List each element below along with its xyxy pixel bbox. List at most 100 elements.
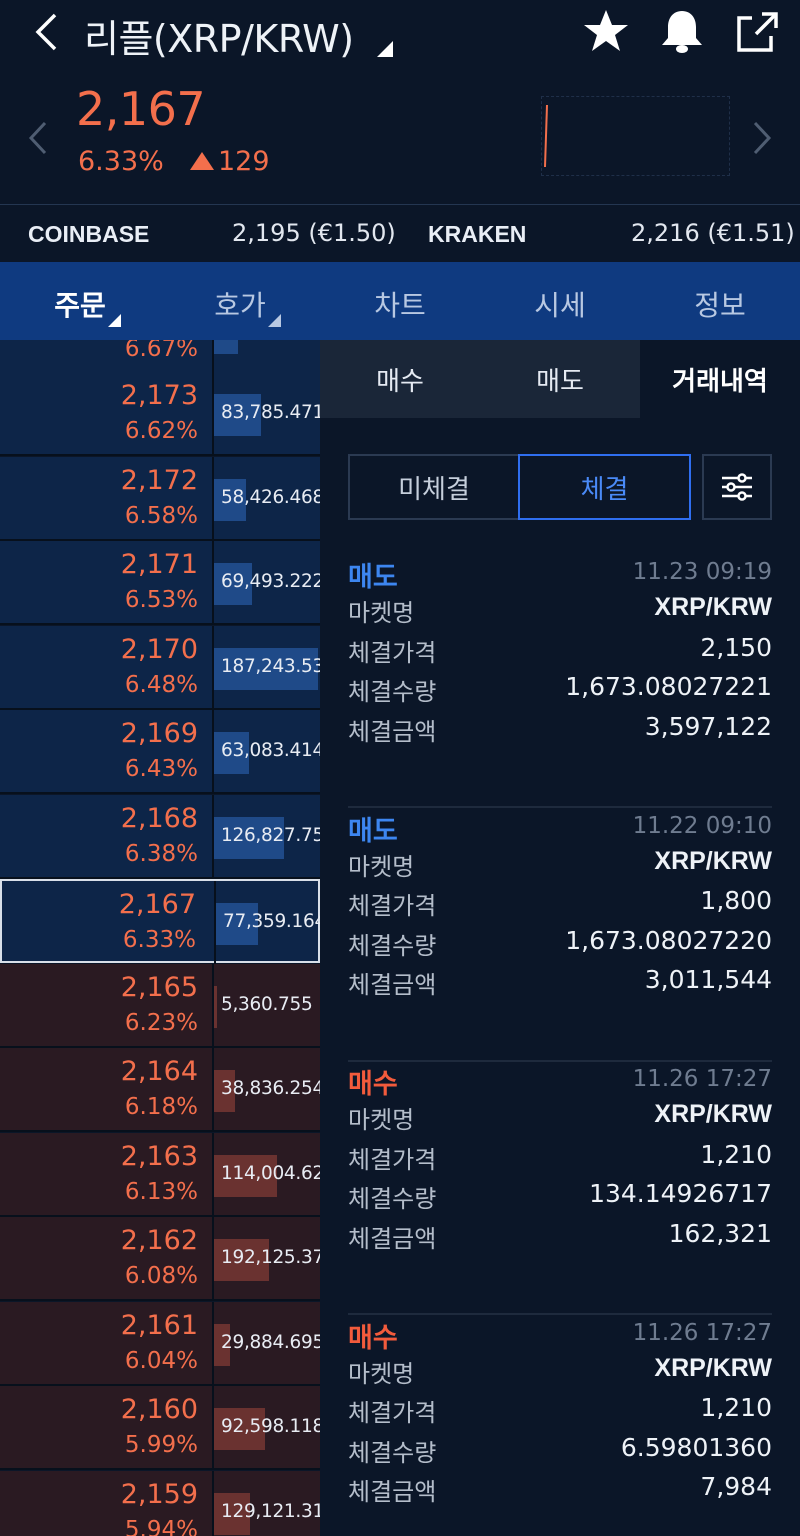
share-icon [737, 12, 778, 52]
tab-buy[interactable]: 매수 [320, 340, 480, 418]
orderbook-row[interactable]: 2,162 6.08% 192,125.370 [0, 1217, 320, 1301]
filter-sliders-icon [722, 473, 752, 501]
orderbook-rate: 6.38% [124, 840, 198, 867]
trade-field-value: 162,321 [668, 1218, 772, 1248]
trade-field-amount: 체결금액 7,984 [348, 1472, 772, 1508]
orderbook-rate: 6.53% [124, 587, 198, 613]
exchange-name-kraken: KRAKEN [428, 221, 527, 247]
trade-field-label: 체결금액 [348, 717, 437, 746]
trade-item[interactable]: 매수 11.26 17:27 마켓명 XRP/KRW 체결가격 1,210 체결수량 134.… [348, 1062, 772, 1315]
trade-field-label: 체결가격 [348, 638, 437, 667]
back-button[interactable] [26, 8, 66, 56]
orderbook-volume: 187,243.539 [221, 655, 320, 677]
orderbook-price: 2,169 [120, 718, 198, 749]
orderbook-rate: 6.33% [122, 927, 196, 953]
trade-field-value: 2,150 [700, 632, 772, 662]
trade-field-amount: 체결금액 162,321 [348, 1219, 772, 1255]
orderbook-row[interactable]: 2,172 6.58% 58,426.468 [0, 456, 320, 541]
orderbook-price: 2,165 [120, 971, 198, 1003]
segment-filled[interactable]: 체결 [518, 454, 691, 520]
trade-field-amount: 체결금액 3,011,544 [348, 965, 772, 1001]
order-panel: 매수 매도 거래내역 미체결 체결 매도 11.23 09:19 마켓명 XRP/KR… [320, 340, 800, 1536]
orderbook-price: 2,164 [120, 1056, 198, 1087]
orderbook-volume: 77,359.164 [223, 911, 320, 932]
orderbook-row[interactable]: 2,171 6.53% 69,493.222 [0, 541, 320, 625]
tab-info[interactable]: 정보 [640, 284, 800, 324]
orderbook-row[interactable]: 2,164 6.18% 38,836.254 [0, 1048, 320, 1132]
orderbook-rate: 6.13% [124, 1178, 198, 1205]
app-screen: 리플(XRP/KRW) 2,167 6.33% 129 COINBASE 2,1… [0, 0, 800, 1536]
trade-item[interactable]: 매도 11.23 09:19 마켓명 XRP/KRW 체결가격 2,150 체결수량 1,67… [348, 555, 772, 808]
orderbook-row[interactable]: 2,169 6.43% 63,083.414 [0, 710, 320, 794]
exchange-name-coinbase: COINBASE [28, 221, 150, 247]
orderbook-row[interactable]: 2,165 6.23% 5,360.755 [0, 963, 320, 1048]
trade-item[interactable]: 매도 11.22 09:10 마켓명 XRP/KRW 체결가격 1,800 체결수량 1,67… [348, 809, 772, 1062]
trade-field-value: XRP/KRW [654, 593, 772, 621]
change-rate: 6.33% [78, 146, 164, 177]
trade-field-value: 7,984 [700, 1472, 772, 1501]
trade-field-value: 1,673.08027221 [565, 672, 772, 701]
trade-field-market: 마켓명 XRP/KRW [348, 847, 772, 883]
tab-order[interactable]: 주문 [0, 284, 160, 324]
orderbook-volume: 114,004.620 [221, 1162, 320, 1184]
orderbook-volume: 192,125.370 [221, 1247, 320, 1268]
orderbook-volume: 5,360.755 [221, 993, 313, 1015]
trade-field-label: 마켓명 [348, 852, 415, 881]
trade-field-price: 체결가격 1,210 [348, 1393, 772, 1429]
orderbook-row[interactable]: 2,163 6.13% 114,004.620 [0, 1132, 320, 1217]
chevron-left-icon[interactable] [28, 120, 48, 164]
segment-unfilled[interactable]: 미체결 [348, 454, 520, 520]
orderbook-volume: 29,884.695 [221, 1331, 320, 1353]
orderbook-row-partial[interactable]: 6.67% [0, 340, 320, 374]
tab-sell[interactable]: 매도 [480, 340, 640, 418]
trade-field-label: 체결가격 [348, 1145, 437, 1174]
trade-field-value: 1,210 [700, 1393, 772, 1422]
orderbook-row[interactable]: 2,168 6.38% 126,827.753 [0, 794, 320, 879]
share-button[interactable] [732, 6, 782, 56]
orderbook-row-current[interactable]: 2,167 6.33% 77,359.164 [0, 879, 320, 965]
trade-field-value: 3,597,122 [644, 711, 772, 741]
orderbook-price: 2,162 [120, 1225, 198, 1256]
page-title[interactable]: 리플(XRP/KRW) [84, 8, 354, 63]
orderbook-volume: 92,598.118 [221, 1416, 320, 1437]
orderbook-row[interactable]: 2,160 5.99% 92,598.118 [0, 1386, 320, 1470]
favorite-button[interactable] [581, 6, 631, 56]
orderbook-rate: 6.62% [124, 418, 198, 444]
trade-field-value: 134.14926717 [589, 1179, 772, 1208]
orderbook-price: 2,173 [120, 380, 198, 411]
orderbook-row[interactable]: 2,159 5.94% 129,121.313 [0, 1470, 320, 1536]
alert-button[interactable] [657, 6, 707, 56]
filter-button[interactable] [702, 454, 772, 520]
trade-field-value: 1,800 [700, 886, 772, 915]
panel-tabs: 매수 매도 거래내역 [320, 340, 800, 418]
orderbook-row[interactable]: 2,173 6.62% 83,785.471 [0, 372, 320, 456]
tab-trade-history[interactable]: 거래내역 [640, 340, 800, 418]
tab-orderbook[interactable]: 호가 [160, 284, 320, 324]
trade-field-value: XRP/KRW [654, 1353, 772, 1382]
change-amount: 129 [218, 146, 270, 177]
trade-field-label: 체결금액 [348, 1224, 437, 1253]
trade-item[interactable]: 매수 11.26 17:27 마켓명 XRP/KRW 체결가격 1,210 체결수량 6.59… [348, 1316, 772, 1536]
dropdown-caret-icon[interactable] [377, 41, 393, 57]
dropdown-caret-icon [268, 314, 281, 327]
orderbook-volume: 38,836.254 [221, 1078, 320, 1099]
bell-icon [662, 11, 702, 53]
orderbook-price: 2,161 [120, 1309, 198, 1341]
trade-time: 11.23 09:19 [632, 559, 772, 585]
trade-field-market: 마켓명 XRP/KRW [348, 1100, 772, 1136]
tab-market-price[interactable]: 시세 [480, 284, 640, 324]
tab-chart[interactable]: 차트 [320, 284, 480, 324]
mini-price-chart[interactable] [541, 96, 730, 176]
orderbook-row[interactable]: 2,161 6.04% 29,884.695 [0, 1301, 320, 1386]
up-triangle-icon [190, 152, 214, 170]
trade-field-amount: 체결금액 3,597,122 [348, 712, 772, 748]
orderbook-row[interactable]: 2,170 6.48% 187,243.539 [0, 625, 320, 710]
orderbook-volume: 129,121.313 [221, 1500, 320, 1522]
chevron-right-icon[interactable] [752, 120, 772, 164]
trade-field-label: 마켓명 [348, 1359, 415, 1388]
orderbook-price: 2,159 [120, 1478, 198, 1510]
trade-field-price: 체결가격 1,210 [348, 1140, 772, 1176]
volume-bar [214, 985, 217, 1028]
trade-field-label: 체결가격 [348, 892, 437, 920]
orderbook-rate: 6.48% [124, 671, 198, 698]
